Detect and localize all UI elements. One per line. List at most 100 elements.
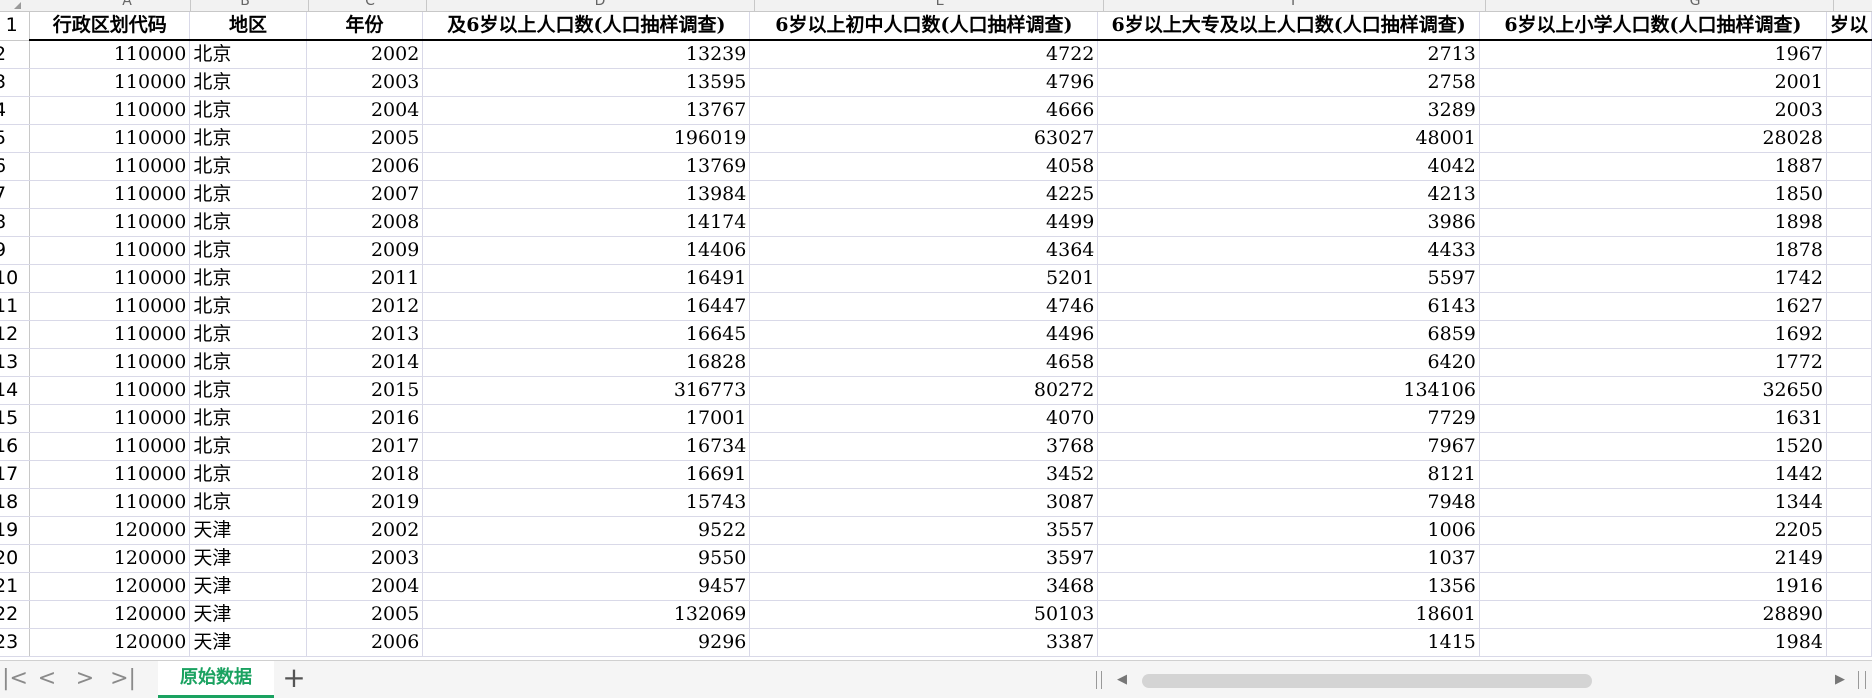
row-number[interactable]: 12 xyxy=(0,320,31,349)
cell-year[interactable]: 2008 xyxy=(306,208,424,237)
cell-year[interactable]: 2006 xyxy=(306,152,424,181)
cell-admin-code[interactable]: 110000 xyxy=(29,152,191,181)
cell-population-6plus[interactable]: 14406 xyxy=(422,236,751,265)
last-sheet-button[interactable]: >| xyxy=(108,661,138,698)
cell-year[interactable]: 2002 xyxy=(306,40,424,69)
row-number[interactable]: 4 xyxy=(0,96,31,125)
cell-junior-high-6plus[interactable]: 4499 xyxy=(749,208,1099,237)
cell-region[interactable]: 北京 xyxy=(189,488,307,517)
cell-region[interactable]: 北京 xyxy=(189,460,307,489)
cell-next-column[interactable] xyxy=(1826,460,1872,489)
cell-college-6plus[interactable]: 2713 xyxy=(1097,40,1480,69)
cell-college-6plus[interactable]: 7948 xyxy=(1097,488,1480,517)
cell-region[interactable]: 天津 xyxy=(189,600,307,629)
header-cell-e[interactable]: 6岁以上初中人口数(人口抽样调查) xyxy=(749,12,1099,41)
cell-region[interactable]: 北京 xyxy=(189,152,307,181)
cell-admin-code[interactable]: 120000 xyxy=(29,600,191,629)
cell-admin-code[interactable]: 110000 xyxy=(29,376,191,405)
column-divider[interactable] xyxy=(1103,0,1104,11)
cell-region[interactable]: 北京 xyxy=(189,40,307,69)
cell-admin-code[interactable]: 110000 xyxy=(29,432,191,461)
cell-year[interactable]: 2002 xyxy=(306,516,424,545)
next-sheet-button[interactable]: > xyxy=(70,661,100,698)
cell-college-6plus[interactable]: 3289 xyxy=(1097,96,1480,125)
cell-junior-high-6plus[interactable]: 4364 xyxy=(749,236,1099,265)
cell-region[interactable]: 天津 xyxy=(189,516,307,545)
cell-admin-code[interactable]: 110000 xyxy=(29,460,191,489)
cell-next-column[interactable] xyxy=(1826,600,1872,629)
cell-next-column[interactable] xyxy=(1826,180,1872,209)
cell-region[interactable]: 天津 xyxy=(189,572,307,601)
cell-region[interactable]: 北京 xyxy=(189,348,307,377)
cell-region[interactable]: 天津 xyxy=(189,544,307,573)
cell-population-6plus[interactable]: 9457 xyxy=(422,572,751,601)
header-cell-code[interactable]: 行政区划代码 xyxy=(29,12,191,41)
cell-primary-6plus[interactable]: 2149 xyxy=(1479,544,1827,573)
cell-junior-high-6plus[interactable]: 4070 xyxy=(749,404,1099,433)
cell-population-6plus[interactable]: 16734 xyxy=(422,432,751,461)
cell-population-6plus[interactable]: 196019 xyxy=(422,124,751,153)
cell-admin-code[interactable]: 110000 xyxy=(29,68,191,97)
select-all-corner[interactable] xyxy=(14,2,21,9)
cell-primary-6plus[interactable]: 2205 xyxy=(1479,516,1827,545)
cell-admin-code[interactable]: 110000 xyxy=(29,488,191,517)
tab-scroll-splitter[interactable] xyxy=(1096,671,1102,689)
header-cell-region[interactable]: 地区 xyxy=(189,12,307,41)
column-letter-d[interactable]: D xyxy=(585,0,615,9)
cell-population-6plus[interactable]: 17001 xyxy=(422,404,751,433)
cell-admin-code[interactable]: 110000 xyxy=(29,208,191,237)
cell-primary-6plus[interactable]: 28890 xyxy=(1479,600,1827,629)
row-number[interactable]: 1 xyxy=(0,12,31,41)
cell-population-6plus[interactable]: 16645 xyxy=(422,320,751,349)
cell-next-column[interactable] xyxy=(1826,292,1872,321)
cell-admin-code[interactable]: 120000 xyxy=(29,628,191,657)
cell-next-column[interactable] xyxy=(1826,96,1872,125)
row-number[interactable]: 14 xyxy=(0,376,31,405)
header-cell-d[interactable]: 及6岁以上人口数(人口抽样调查) xyxy=(422,12,751,41)
cell-junior-high-6plus[interactable]: 4796 xyxy=(749,68,1099,97)
row-number[interactable]: 15 xyxy=(0,404,31,433)
cell-college-6plus[interactable]: 2758 xyxy=(1097,68,1480,97)
cell-population-6plus[interactable]: 16828 xyxy=(422,348,751,377)
cell-primary-6plus[interactable]: 1442 xyxy=(1479,460,1827,489)
row-number[interactable]: 13 xyxy=(0,348,31,377)
cell-college-6plus[interactable]: 8121 xyxy=(1097,460,1480,489)
cell-next-column[interactable] xyxy=(1826,404,1872,433)
cell-admin-code[interactable]: 110000 xyxy=(29,320,191,349)
cell-primary-6plus[interactable]: 1344 xyxy=(1479,488,1827,517)
cell-primary-6plus[interactable]: 1967 xyxy=(1479,40,1827,69)
cell-primary-6plus[interactable]: 28028 xyxy=(1479,124,1827,153)
cell-junior-high-6plus[interactable]: 4658 xyxy=(749,348,1099,377)
cell-admin-code[interactable]: 120000 xyxy=(29,544,191,573)
cell-college-6plus[interactable]: 6859 xyxy=(1097,320,1480,349)
cell-junior-high-6plus[interactable]: 4722 xyxy=(749,40,1099,69)
cell-next-column[interactable] xyxy=(1826,376,1872,405)
cell-year[interactable]: 2018 xyxy=(306,460,424,489)
cell-primary-6plus[interactable]: 1898 xyxy=(1479,208,1827,237)
row-number[interactable]: 3 xyxy=(0,68,31,97)
cell-population-6plus[interactable]: 13239 xyxy=(422,40,751,69)
row-number[interactable]: 9 xyxy=(0,236,31,265)
cell-junior-high-6plus[interactable]: 3087 xyxy=(749,488,1099,517)
cell-year[interactable]: 2003 xyxy=(306,544,424,573)
cell-primary-6plus[interactable]: 1878 xyxy=(1479,236,1827,265)
cell-junior-high-6plus[interactable]: 3468 xyxy=(749,572,1099,601)
cell-college-6plus[interactable]: 4213 xyxy=(1097,180,1480,209)
cell-admin-code[interactable]: 110000 xyxy=(29,180,191,209)
column-letter-c[interactable]: C xyxy=(355,0,385,9)
prev-sheet-button[interactable]: < xyxy=(32,661,62,698)
row-number[interactable]: 21 xyxy=(0,572,31,601)
cell-primary-6plus[interactable]: 1850 xyxy=(1479,180,1827,209)
row-number[interactable]: 19 xyxy=(0,516,31,545)
cell-college-6plus[interactable]: 7967 xyxy=(1097,432,1480,461)
cell-junior-high-6plus[interactable]: 3387 xyxy=(749,628,1099,657)
cell-next-column[interactable] xyxy=(1826,628,1872,657)
cell-region[interactable]: 北京 xyxy=(189,208,307,237)
cell-population-6plus[interactable]: 13769 xyxy=(422,152,751,181)
column-header-strip[interactable]: A B C D E F G xyxy=(0,0,1872,12)
cell-admin-code[interactable]: 110000 xyxy=(29,348,191,377)
cell-population-6plus[interactable]: 16691 xyxy=(422,460,751,489)
cell-primary-6plus[interactable]: 1627 xyxy=(1479,292,1827,321)
cell-primary-6plus[interactable]: 1916 xyxy=(1479,572,1827,601)
cell-year[interactable]: 2019 xyxy=(306,488,424,517)
